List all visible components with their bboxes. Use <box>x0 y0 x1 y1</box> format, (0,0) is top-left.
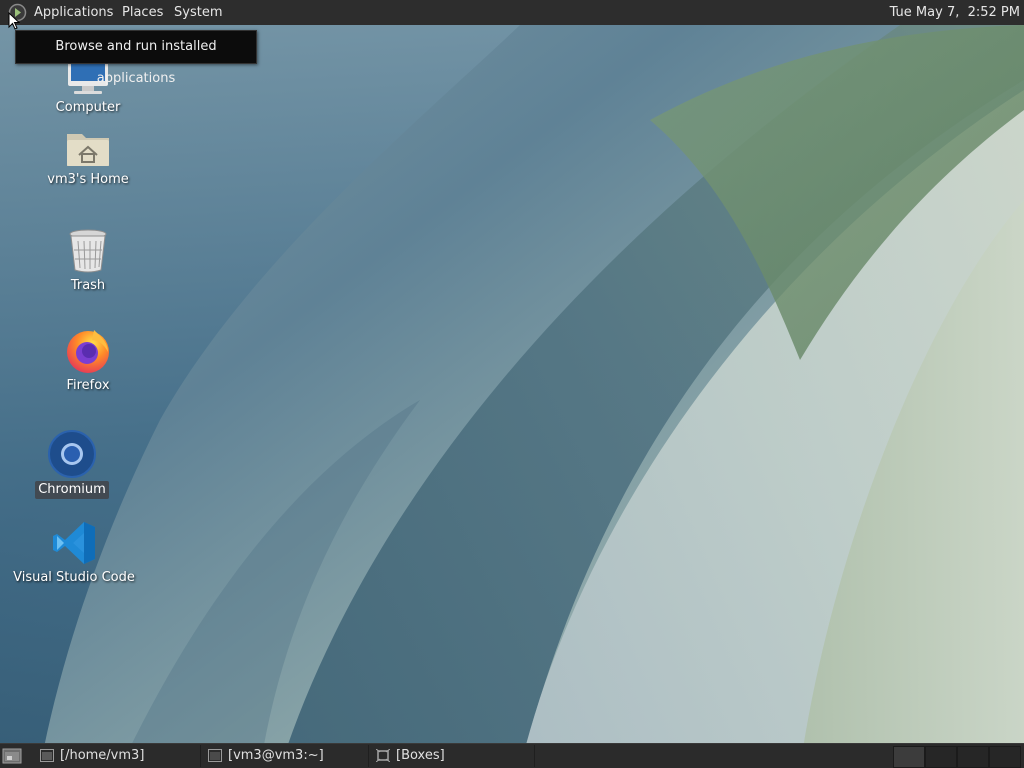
desktop-wallpaper <box>0 0 1024 768</box>
desktop: Applications Places System Tue May 7, 2:… <box>0 0 1024 768</box>
desktop-icon-label: Trash <box>70 278 106 293</box>
workspace-3[interactable] <box>957 746 989 768</box>
vscode-icon <box>53 522 95 564</box>
folder-window-icon <box>40 749 54 762</box>
firefox-icon <box>67 330 109 373</box>
chromium-icon <box>48 430 96 478</box>
taskbar-window-label: [/home/vm3] <box>60 748 145 763</box>
desktop-icon-firefox[interactable]: Firefox <box>23 326 153 395</box>
desktop-icon-trash[interactable]: Trash <box>23 228 153 295</box>
taskbar-window-label: [Boxes] <box>396 748 445 763</box>
clock[interactable]: Tue May 7, 2:52 PM <box>890 0 1020 25</box>
applications-tooltip: Browse and run installed applications <box>15 30 257 86</box>
workspace-2[interactable] <box>925 746 957 768</box>
places-menu[interactable]: Places <box>122 0 163 25</box>
bottom-panel: [/home/vm3] [vm3@vm3:~] [Boxes] <box>0 743 1024 768</box>
desktop-icon-label: vm3's Home <box>47 172 129 187</box>
desktop-icon-home[interactable]: vm3's Home <box>23 128 153 189</box>
desktop-icon-label: Firefox <box>66 378 110 393</box>
system-menu[interactable]: System <box>174 0 222 25</box>
taskbar-window-label: [vm3@vm3:~] <box>228 748 324 763</box>
taskbar-window-terminal[interactable]: [vm3@vm3:~] <box>202 745 369 767</box>
mouse-pointer-icon <box>8 12 20 30</box>
desktop-icon-label: Computer <box>55 100 121 115</box>
desktop-icon-vscode[interactable]: Visual Studio Code <box>9 520 139 587</box>
top-panel: Applications Places System Tue May 7, 2:… <box>0 0 1024 25</box>
trash-icon <box>69 229 107 273</box>
workspace-1[interactable] <box>893 746 925 768</box>
terminal-window-icon <box>208 749 222 762</box>
show-desktop-icon[interactable] <box>2 747 22 765</box>
home-folder-icon <box>67 134 109 166</box>
desktop-icon-label: Chromium <box>35 481 109 499</box>
desktop-icon-chromium[interactable]: Chromium <box>7 430 137 499</box>
taskbar-window-home[interactable]: [/home/vm3] <box>34 745 201 767</box>
applications-menu[interactable]: Applications <box>34 0 113 25</box>
workspace-4[interactable] <box>989 746 1021 768</box>
taskbar-window-boxes[interactable]: [Boxes] <box>370 745 535 767</box>
desktop-icon-label: Visual Studio Code <box>13 570 135 585</box>
boxes-window-icon <box>376 749 390 762</box>
